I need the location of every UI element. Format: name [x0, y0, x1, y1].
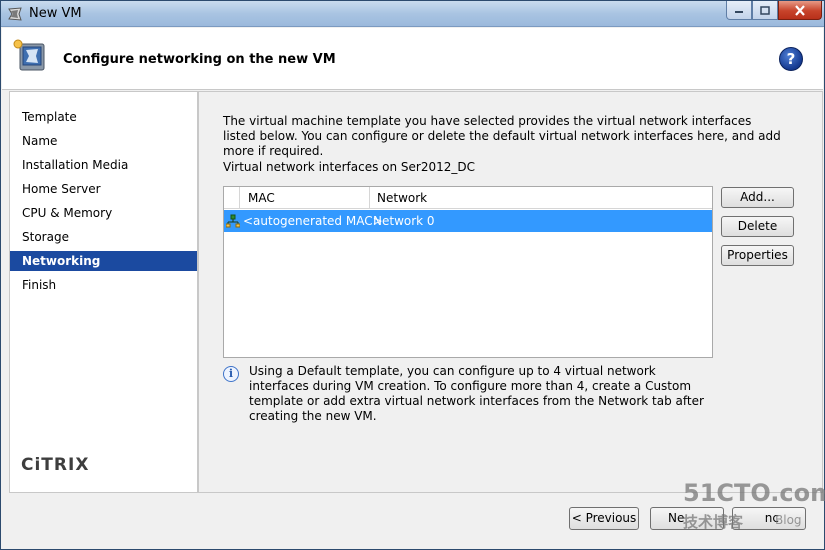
window-title: New VM: [29, 6, 82, 21]
page-title: Configure networking on the new VM: [63, 52, 336, 67]
vif-list-label: Virtual network interfaces on Ser2012_DC: [223, 160, 476, 174]
help-icon: ?: [786, 50, 796, 68]
xen-vm-icon: [8, 7, 22, 21]
watermark-main: 51CTO.com: [683, 479, 825, 507]
new-vm-wizard-icon: [13, 39, 45, 71]
add-button[interactable]: Add...: [721, 187, 794, 208]
info-icon: i: [223, 366, 239, 382]
column-header-mac[interactable]: MAC: [240, 187, 370, 209]
nav-item-template[interactable]: Template: [10, 107, 197, 127]
column-header-network[interactable]: Network: [370, 187, 510, 209]
grid-header-icon-column: [224, 187, 240, 209]
maximize-icon: [760, 5, 770, 15]
nav-item-cpu-memory[interactable]: CPU & Memory: [10, 203, 197, 223]
main-panel: The virtual machine template you have se…: [198, 91, 823, 493]
row-mac: <autogenerated MAC>: [243, 214, 383, 228]
close-icon: [795, 4, 805, 16]
wizard-nav: Template Name Installation Media Home Se…: [9, 91, 198, 493]
wizard-header: Configure networking on the new VM ?: [2, 28, 823, 90]
delete-button[interactable]: Delete: [721, 216, 794, 237]
vif-grid[interactable]: MAC Network <autogenerated MAC> Network …: [223, 186, 713, 358]
nav-item-home-server[interactable]: Home Server: [10, 179, 197, 199]
nav-item-name[interactable]: Name: [10, 131, 197, 151]
nav-item-finish[interactable]: Finish: [10, 275, 197, 295]
close-button[interactable]: [778, 1, 822, 20]
new-vm-window: New VM Configure networking on the new V…: [0, 0, 825, 550]
table-row[interactable]: <autogenerated MAC> Network 0: [224, 210, 712, 232]
watermark-sub: 技术博客: [683, 513, 744, 531]
minimize-icon: [735, 11, 743, 13]
previous-button[interactable]: < Previous: [569, 507, 639, 530]
grid-header: MAC Network: [224, 187, 712, 209]
minimize-button[interactable]: [726, 1, 752, 20]
caption-buttons: [726, 1, 822, 21]
title-bar[interactable]: New VM: [1, 1, 824, 27]
nav-item-storage[interactable]: Storage: [10, 227, 197, 247]
maximize-button[interactable]: [752, 1, 778, 20]
watermark: 51CTO.com 技术博客 Blog: [683, 479, 825, 539]
row-network: Network 0: [373, 214, 435, 228]
intro-text: The virtual machine template you have se…: [223, 114, 781, 158]
properties-button[interactable]: Properties: [721, 245, 794, 266]
network-interface-icon: [226, 214, 240, 228]
citrix-logo: CiTRIX: [21, 455, 90, 475]
info-text: Using a Default template, you can config…: [249, 364, 704, 423]
help-button[interactable]: ?: [779, 47, 803, 71]
nav-item-installation-media[interactable]: Installation Media: [10, 155, 197, 175]
nav-item-networking[interactable]: Networking: [10, 251, 197, 271]
watermark-blog: Blog: [775, 513, 802, 527]
